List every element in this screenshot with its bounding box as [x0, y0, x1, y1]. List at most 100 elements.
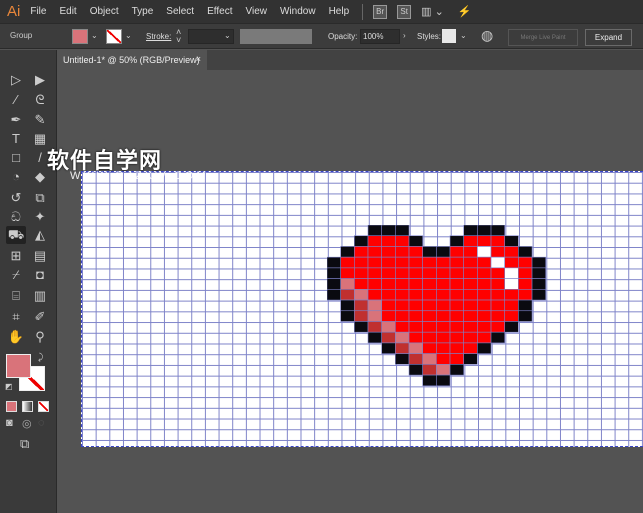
heart-pixel[interactable]: [367, 299, 382, 312]
warp-tool-icon[interactable]: ඩ: [6, 208, 26, 226]
heart-pixel[interactable]: [408, 278, 423, 290]
hand-tool-icon[interactable]: ✋: [6, 328, 26, 346]
heart-pixel[interactable]: [408, 235, 423, 247]
heart-pixel[interactable]: [477, 225, 492, 237]
styles-swatch[interactable]: [442, 29, 456, 43]
menu-view[interactable]: View: [245, 6, 267, 17]
none-mode-icon[interactable]: [38, 401, 49, 412]
heart-pixel[interactable]: [449, 278, 464, 290]
heart-pixel[interactable]: [436, 299, 451, 312]
heart-pixel[interactable]: [422, 289, 437, 301]
heart-pixel[interactable]: [518, 278, 533, 290]
curvature-tool-icon[interactable]: ✎: [30, 111, 50, 129]
direct-selection-tool-icon[interactable]: ▶: [30, 71, 50, 89]
artboard-tool-icon[interactable]: ⌗: [6, 308, 26, 326]
heart-pixel[interactable]: [463, 299, 478, 312]
heart-pixel[interactable]: [327, 278, 341, 290]
heart-pixel[interactable]: [477, 256, 492, 269]
heart-pixel[interactable]: [531, 256, 547, 269]
styles-dropdown-icon[interactable]: ⌄: [460, 31, 467, 40]
heart-pixel[interactable]: [340, 289, 355, 301]
heart-pixel[interactable]: [436, 289, 451, 301]
heart-pixel[interactable]: [463, 342, 478, 354]
gpu-performance-icon[interactable]: ⚡: [458, 5, 472, 18]
heart-pixel[interactable]: [395, 225, 410, 237]
stroke-weight-stepper[interactable]: ˄ ˅: [176, 28, 181, 45]
draw-normal-icon[interactable]: ◙: [6, 417, 13, 429]
heart-pixel[interactable]: [381, 278, 396, 290]
heart-pixel[interactable]: [340, 278, 355, 290]
heart-pixel[interactable]: [463, 353, 478, 365]
mesh-tool-icon[interactable]: ⊞: [6, 247, 26, 265]
heart-pixel[interactable]: [367, 235, 382, 247]
stroke-weight-dropdown[interactable]: ⌄: [224, 31, 231, 40]
heart-pixel[interactable]: [504, 321, 519, 333]
heart-pixel[interactable]: [504, 267, 519, 279]
zoom-tool-icon[interactable]: ⚲: [30, 328, 50, 346]
opacity-input[interactable]: 100%: [360, 29, 400, 44]
heart-pixel[interactable]: [436, 321, 451, 333]
heart-pixel[interactable]: [490, 246, 506, 258]
heart-pixel[interactable]: [327, 267, 341, 279]
heart-pixel[interactable]: [436, 267, 451, 279]
heart-pixel[interactable]: [367, 267, 382, 279]
heart-pixel[interactable]: [340, 256, 355, 269]
heart-pixel[interactable]: [504, 256, 519, 269]
menu-window[interactable]: Window: [280, 6, 316, 17]
heart-pixel[interactable]: [395, 246, 410, 258]
heart-pixel[interactable]: [354, 246, 369, 258]
lasso-tool-icon[interactable]: ᘓ: [30, 91, 50, 109]
draw-inside-icon[interactable]: ◌: [38, 417, 45, 429]
heart-pixel[interactable]: [477, 235, 492, 247]
menu-help[interactable]: Help: [329, 6, 350, 17]
perspective-grid-tool-icon[interactable]: ◭: [30, 226, 50, 244]
heart-pixel[interactable]: [367, 225, 382, 237]
heart-pixel[interactable]: [395, 267, 410, 279]
heart-pixel[interactable]: [408, 289, 423, 301]
heart-pixel[interactable]: [395, 289, 410, 301]
heart-pixel[interactable]: [477, 299, 492, 312]
heart-pixel[interactable]: [340, 267, 355, 279]
heart-pixel[interactable]: [463, 246, 478, 258]
heart-pixel[interactable]: [436, 246, 451, 258]
pen-tool-icon[interactable]: ✒: [6, 111, 26, 129]
heart-pixel[interactable]: [422, 364, 437, 376]
heart-pixel[interactable]: [381, 342, 396, 354]
heart-pixel[interactable]: [381, 246, 396, 258]
menu-effect[interactable]: Effect: [207, 6, 232, 17]
heart-pixel[interactable]: [381, 321, 396, 333]
heart-pixel[interactable]: [449, 364, 464, 376]
fill-swatch[interactable]: [72, 29, 88, 44]
heart-pixel[interactable]: [381, 225, 396, 237]
heart-pixel[interactable]: [518, 267, 533, 279]
heart-pixel[interactable]: [490, 235, 506, 247]
heart-pixel[interactable]: [449, 299, 464, 312]
heart-pixel[interactable]: [395, 299, 410, 312]
swap-colors-icon[interactable]: ⤸: [38, 352, 43, 363]
heart-pixel[interactable]: [367, 331, 382, 344]
heart-pixel[interactable]: [354, 310, 369, 322]
type-tool-icon[interactable]: T: [6, 130, 26, 148]
rotate-tool-icon[interactable]: ↺: [6, 189, 26, 207]
heart-pixel[interactable]: [490, 310, 506, 322]
heart-pixel[interactable]: [340, 299, 355, 312]
pixel-heart-artwork[interactable]: [327, 225, 547, 387]
opacity-arrow-icon[interactable]: ›: [403, 31, 406, 40]
heart-pixel[interactable]: [518, 299, 533, 312]
heart-pixel[interactable]: [531, 267, 547, 279]
heart-pixel[interactable]: [436, 278, 451, 290]
scale-tool-icon[interactable]: ⧉: [30, 189, 50, 207]
heart-pixel[interactable]: [490, 321, 506, 333]
heart-pixel[interactable]: [422, 310, 437, 322]
heart-pixel[interactable]: [449, 310, 464, 322]
heart-pixel[interactable]: [463, 225, 478, 237]
heart-pixel[interactable]: [381, 235, 396, 247]
heart-pixel[interactable]: [367, 246, 382, 258]
heart-pixel[interactable]: [367, 310, 382, 322]
heart-pixel[interactable]: [504, 299, 519, 312]
merge-live-paint-button[interactable]: Merge Live Paint: [508, 29, 578, 46]
heart-pixel[interactable]: [477, 289, 492, 301]
heart-pixel[interactable]: [449, 321, 464, 333]
stock-icon[interactable]: St: [397, 4, 412, 19]
heart-pixel[interactable]: [477, 278, 492, 290]
